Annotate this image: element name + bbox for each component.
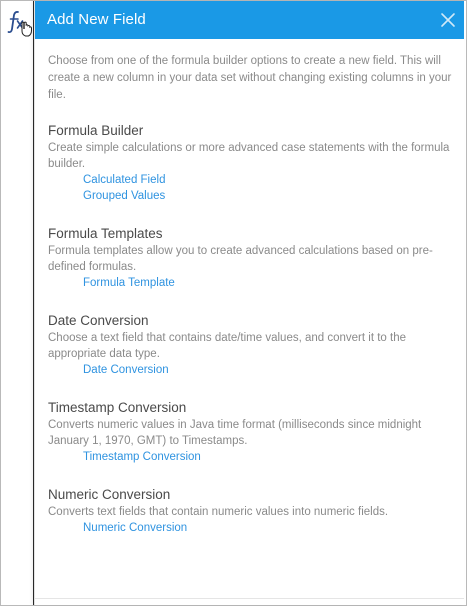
formula-template-link[interactable]: Formula Template [83,275,460,291]
panel-content: Choose from one of the formula builder o… [48,53,460,557]
left-toolbar [1,1,34,605]
section-title: Timestamp Conversion [48,400,187,415]
section-formula-builder: Formula Builder Create simple calculatio… [48,122,460,204]
calculated-field-link[interactable]: Calculated Field [83,172,460,188]
close-icon[interactable] [438,10,458,30]
section-numeric-conversion: Numeric Conversion Converts text fields … [48,486,460,536]
panel-header: Add New Field [35,1,464,39]
section-title: Numeric Conversion [48,487,171,502]
section-description: Formula templates allow you to create ad… [48,245,433,273]
panel-footer-divider [35,598,464,599]
section-description: Converts numeric values in Java time for… [48,419,422,447]
date-conversion-link[interactable]: Date Conversion [83,362,460,378]
section-timestamp-conversion: Timestamp Conversion Converts numeric va… [48,399,460,465]
timestamp-conversion-link[interactable]: Timestamp Conversion [83,449,460,465]
section-formula-templates: Formula Templates Formula templates allo… [48,225,460,291]
add-new-field-panel: Add New Field Choose from one of the for… [34,1,464,605]
section-description: Create simple calculations or more advan… [48,142,450,170]
section-title: Formula Builder [48,123,144,138]
section-description: Converts text fields that contain numeri… [48,506,389,518]
section-date-conversion: Date Conversion Choose a text field that… [48,312,460,378]
intro-text: Choose from one of the formula builder o… [48,55,452,101]
numeric-conversion-link[interactable]: Numeric Conversion [83,520,460,536]
panel-title: Add New Field [47,11,146,28]
section-description: Choose a text field that contains date/t… [48,332,406,360]
section-title: Date Conversion [48,313,149,328]
formula-fx-icon[interactable] [7,9,33,39]
grouped-values-link[interactable]: Grouped Values [83,188,460,204]
section-title: Formula Templates [48,226,163,241]
